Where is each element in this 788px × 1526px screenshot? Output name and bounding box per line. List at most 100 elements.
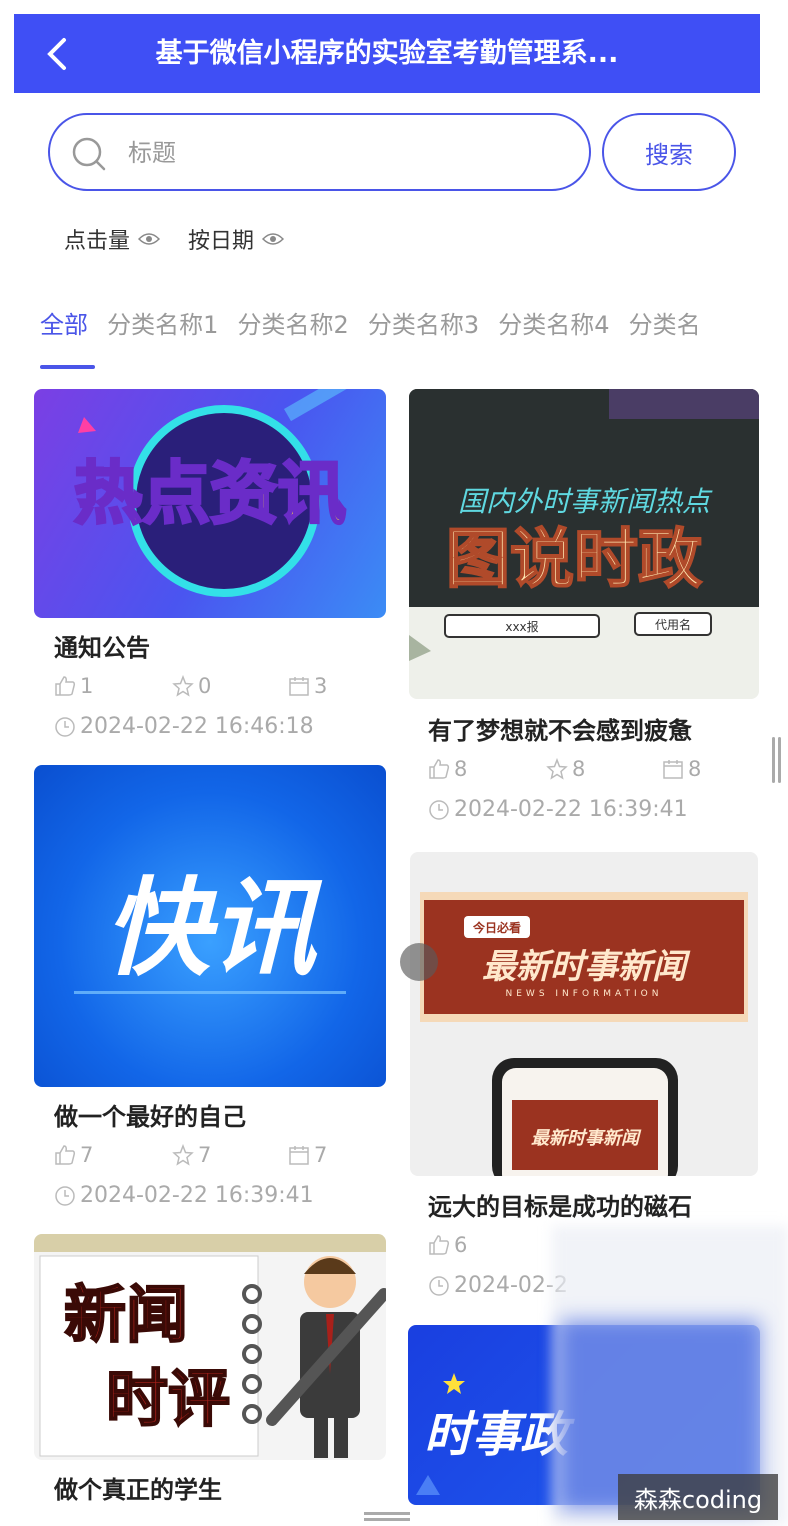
like-value: 7: [80, 1143, 94, 1167]
sort-options: 点击量 按日期: [64, 222, 285, 256]
clock-icon: [429, 1275, 449, 1296]
like-count: 7: [54, 1143, 93, 1167]
time-value: 2024-02-22 16:46:18: [80, 714, 314, 739]
card-image-phone-text: 最新时事新闻: [531, 1128, 642, 1149]
card-image-latest-news[interactable]: 今日必看 最新时事新闻 NEWS INFORMATION 最新时事新闻: [410, 852, 758, 1176]
tab-all[interactable]: 全部: [40, 300, 88, 350]
card-image-flash-news[interactable]: 快讯: [34, 765, 386, 1087]
card-image-text: 最新时事新闻: [482, 947, 691, 987]
like-count: 1: [54, 674, 93, 698]
search-button[interactable]: 搜索: [602, 113, 736, 191]
like-count: 8: [428, 757, 467, 781]
calendar-icon: [289, 1146, 309, 1165]
card-time: 2024-02-2: [428, 1273, 568, 1298]
card-time: 2024-02-22 16:39:41: [54, 1183, 314, 1208]
favorite-value: 7: [198, 1143, 212, 1167]
calendar-icon: [289, 677, 309, 696]
thumbs-up-icon: [429, 759, 450, 779]
card-image-text: 快讯: [104, 867, 323, 990]
card-stats: 8 8 8: [428, 757, 728, 787]
tab-category-5[interactable]: 分类名: [629, 300, 701, 350]
star-icon: [546, 758, 568, 780]
card-title[interactable]: 做一个最好的自己: [54, 1097, 246, 1132]
thumbs-up-icon: [55, 1145, 76, 1165]
view-count: 8: [662, 757, 701, 781]
search-row: 搜索: [48, 113, 738, 191]
latest-news-banner-art: 今日必看 最新时事新闻 NEWS INFORMATION 最新时事新闻: [420, 892, 748, 1176]
card-stats: 1 0 3: [54, 674, 354, 704]
sort-by-date[interactable]: 按日期: [188, 223, 285, 255]
favorite-count: 8: [546, 757, 585, 781]
card-time: 2024-02-22 16:39:41: [428, 797, 688, 822]
page-title: 基于微信小程序的实验室考勤管理系...: [155, 38, 619, 69]
card-title[interactable]: 通知公告: [54, 628, 150, 663]
flash-news-banner-art: 快讯: [74, 867, 346, 994]
clock-icon: [55, 716, 75, 737]
search-icon: [72, 137, 106, 171]
card-image-label: 代用名: [655, 617, 691, 632]
eye-icon: [262, 233, 285, 245]
tab-category-4[interactable]: 分类名称4: [498, 300, 609, 350]
tab-category-1[interactable]: 分类名称1: [107, 300, 218, 350]
floating-action-dot[interactable]: [400, 943, 438, 981]
star-icon: [172, 675, 194, 697]
favorite-count: 7: [172, 1143, 211, 1167]
search-box[interactable]: [48, 113, 591, 191]
scroll-handle[interactable]: [772, 737, 782, 783]
card-image-badge: 今日必看: [472, 920, 521, 935]
favorite-value: 8: [572, 757, 586, 781]
like-value: 1: [80, 674, 94, 698]
time-value: 2024-02-22 16:39:41: [454, 797, 688, 822]
sort-by-clicks[interactable]: 点击量: [64, 223, 161, 255]
card-image-text: 热点资讯: [74, 455, 346, 534]
commentary-banner-art: 新闻 时评: [34, 1234, 386, 1458]
eye-icon: [138, 233, 161, 245]
watermark: 森森coding: [618, 1474, 778, 1520]
like-value: 8: [454, 757, 468, 781]
card-image-text-bottom: 时评: [106, 1362, 230, 1435]
header-bar: 基于微信小程序的实验室考勤管理系...: [14, 14, 760, 93]
clock-icon: [55, 1185, 75, 1206]
politics-banner-art: 国内外时事新闻热点 图说时政 xxx报 代用名: [409, 389, 759, 661]
favorite-value: 0: [198, 674, 212, 698]
calendar-icon: [663, 760, 683, 779]
card-stats: 7 7 7: [54, 1143, 354, 1173]
card-image-politics[interactable]: 国内外时事新闻热点 图说时政 xxx报 代用名: [409, 389, 759, 699]
clock-icon: [429, 799, 449, 820]
time-value: 2024-02-22 16:39:41: [80, 1183, 314, 1208]
card-image-commentary[interactable]: 新闻 时评: [34, 1234, 386, 1460]
card-title[interactable]: 做个真正的学生: [54, 1470, 222, 1505]
like-count: 6: [428, 1233, 467, 1257]
card-title[interactable]: 远大的目标是成功的磁石: [428, 1187, 692, 1222]
star-icon: [172, 1144, 194, 1166]
card-image-hot-news[interactable]: 热点资讯: [34, 389, 386, 618]
view-value: 3: [314, 674, 328, 698]
view-count: 7: [288, 1143, 327, 1167]
back-button[interactable]: [36, 32, 80, 76]
sort-label: 点击量: [64, 229, 131, 254]
sort-label: 按日期: [188, 229, 255, 254]
active-tab-indicator: [40, 365, 95, 369]
chevron-left-icon: [47, 38, 66, 70]
thumbs-up-icon: [429, 1235, 450, 1255]
category-tabs: 全部 分类名称1 分类名称2 分类名称3 分类名称4 分类名: [40, 300, 760, 372]
card-image-text-top: 新闻: [64, 1278, 188, 1351]
like-value: 6: [454, 1233, 468, 1257]
view-count: 3: [288, 674, 327, 698]
card-stats: 6: [428, 1233, 548, 1263]
search-input[interactable]: [128, 127, 568, 179]
time-value: 2024-02-2: [454, 1273, 568, 1298]
card-image-subtitle: 国内外时事新闻热点: [458, 485, 713, 518]
tab-category-3[interactable]: 分类名称3: [368, 300, 479, 350]
hot-news-banner-art: 热点资讯: [72, 389, 386, 597]
view-value: 8: [688, 757, 702, 781]
card-image-text: 图说时政: [446, 523, 702, 597]
bottom-drag-handle[interactable]: [364, 1512, 410, 1522]
card-title[interactable]: 有了梦想就不会感到疲惫: [428, 711, 692, 746]
thumbs-up-icon: [55, 676, 76, 696]
view-value: 7: [314, 1143, 328, 1167]
tab-category-2[interactable]: 分类名称2: [237, 300, 348, 350]
favorite-count: 0: [172, 674, 211, 698]
card-image-label: xxx报: [505, 619, 538, 634]
card-time: 2024-02-22 16:46:18: [54, 714, 314, 739]
